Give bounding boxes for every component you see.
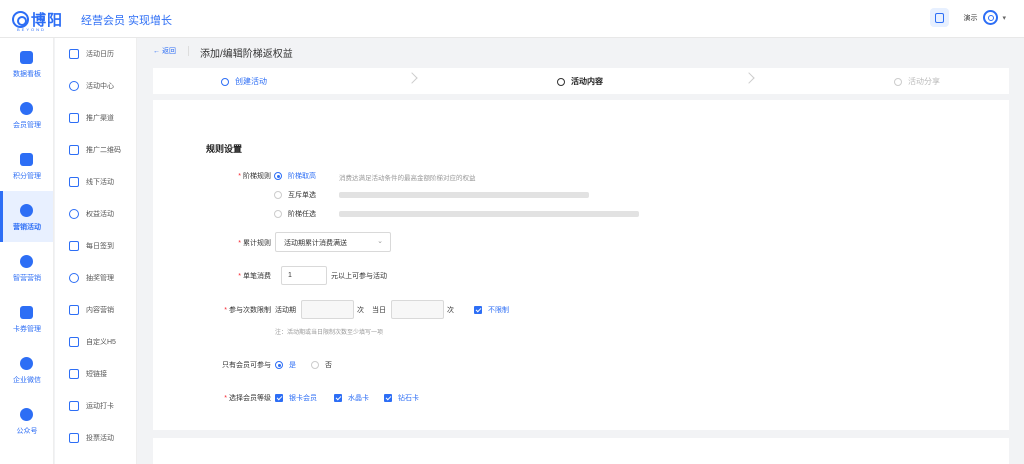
sidebar-item-dashboard[interactable]: 数据看板: [0, 38, 53, 89]
ticket-icon: [20, 306, 33, 319]
h5-icon: [69, 337, 79, 347]
bar-chart-icon: [20, 51, 33, 64]
sidebar-item-official[interactable]: 公众号: [0, 395, 53, 446]
compass-icon: [69, 81, 79, 91]
sidebar-item-smart[interactable]: 智营营销: [0, 242, 53, 293]
subnav-item[interactable]: 活动日历: [55, 38, 136, 70]
page-title: 添加/编辑阶梯返权益: [200, 49, 293, 60]
level-silver-checkbox[interactable]: 银卡会员: [275, 393, 317, 403]
avatar[interactable]: [983, 10, 999, 25]
single-spend-label: * 单笔消费: [238, 273, 271, 280]
coins-icon: [20, 153, 33, 166]
chevron-right-icon: [743, 72, 755, 84]
single-spend-input[interactable]: 1: [281, 266, 327, 285]
radio-any[interactable]: 阶梯任选: [274, 209, 316, 219]
vote-icon: [69, 433, 79, 443]
lottery-icon: [69, 273, 79, 283]
period-limit-input[interactable]: [301, 300, 354, 319]
single-spend-suffix: 元以上可参与活动: [331, 273, 387, 280]
subnav-item[interactable]: 每日签到: [55, 230, 136, 262]
chevron-right-icon: [406, 72, 418, 84]
subnav-item[interactable]: 短链接: [55, 358, 136, 390]
back-link[interactable]: ← 返回: [153, 46, 176, 56]
section-title: 规则设置: [206, 144, 243, 154]
target-icon: [20, 204, 33, 217]
notice-button[interactable]: [930, 8, 950, 27]
checkin-icon: [69, 241, 79, 251]
day-label: 当日: [372, 307, 386, 314]
sidebar-item-coupons[interactable]: 卡券管理: [0, 293, 53, 344]
store-icon: [69, 177, 79, 187]
unlimited-checkbox[interactable]: 不限制: [474, 305, 509, 315]
subnav-item[interactable]: 自定义H5: [55, 326, 136, 358]
main-sidebar: 数据看板 会员管理 积分管理 营销活动 智营营销 卡券管理 企业微信 公众号: [0, 38, 54, 464]
calendar-icon: [69, 49, 79, 59]
step-dot-icon: [894, 77, 902, 86]
sub-sidebar: 活动日历 活动中心 推广渠道 推广二维码 线下活动 权益活动 每日签到 抽奖管理…: [55, 38, 137, 464]
participation-note: 注：活动期或当日限制次数至少填写一项: [275, 330, 384, 336]
step-bar: 创建活动 活动内容 活动分享: [153, 68, 1009, 94]
subnav-item[interactable]: 内容营销: [55, 294, 136, 326]
step-content[interactable]: 活动内容: [557, 76, 603, 87]
blurred-text: [339, 192, 589, 198]
member-level-label: * 选择会员等级: [224, 395, 271, 402]
alarm-icon: [20, 255, 33, 268]
subnav-item[interactable]: 抽奖管理: [55, 262, 136, 294]
step-share[interactable]: 活动分享: [894, 76, 940, 87]
next-card: [153, 438, 1009, 464]
qrcode-icon: [69, 145, 79, 155]
participation-label: * 参与次数限制: [224, 307, 271, 314]
content-icon: [69, 305, 79, 315]
brand-slogan: 经营会员 实现增长: [81, 15, 173, 27]
link-icon: [69, 369, 79, 379]
chevron-down-icon: ⌄: [377, 238, 383, 245]
accum-rule-label: * 累计规则: [238, 240, 271, 247]
subnav-item[interactable]: 推广渠道: [55, 102, 136, 134]
sidebar-item-members[interactable]: 会员管理: [0, 89, 53, 140]
divider: [188, 46, 189, 56]
day-unit: 次: [447, 307, 454, 314]
logo-icon: [12, 11, 29, 28]
subnav-item[interactable]: 运动打卡: [55, 390, 136, 422]
subnav-item[interactable]: 投票活动: [55, 422, 136, 454]
level-diamond-checkbox[interactable]: 钻石卡: [384, 393, 419, 403]
medal-icon: [69, 209, 79, 219]
ladder-max-desc: 消费达满足活动条件的最高金额阶梯对应的权益: [339, 175, 476, 182]
runner-icon: [69, 401, 79, 411]
ladder-rule-label: * 阶梯规则: [238, 173, 271, 180]
user-name[interactable]: 演示: [963, 13, 977, 23]
brand-sub: BEYOND: [17, 27, 46, 32]
form-card: 规则设置 * 阶梯规则 阶梯取高 消费达满足活动条件的最高金额阶梯对应的权益 互斥…: [153, 100, 1009, 430]
sidebar-item-wecom[interactable]: 企业微信: [0, 344, 53, 395]
clipboard-icon: [935, 12, 945, 23]
radio-exclusive[interactable]: 互斥单选: [274, 190, 316, 200]
step-dot-icon: [557, 77, 565, 86]
day-limit-input[interactable]: [391, 300, 444, 319]
chevron-down-icon[interactable]: ▾: [1002, 14, 1006, 22]
sidebar-item-points[interactable]: 积分管理: [0, 140, 53, 191]
chat-icon: [20, 357, 33, 370]
sidebar-item-marketing[interactable]: 营销活动: [0, 191, 53, 242]
subnav-item[interactable]: 权益活动: [55, 198, 136, 230]
level-crystal-checkbox[interactable]: 水晶卡: [334, 393, 369, 403]
wechat-icon: [20, 408, 33, 421]
step-dot-icon: [221, 77, 229, 86]
accum-rule-select[interactable]: 活动期累计消费满送 ⌄: [275, 232, 391, 252]
top-bar: 博阳 BEYOND 经营会员 实现增长 演示 ▾: [0, 0, 1024, 38]
subnav-item[interactable]: 活动中心: [55, 70, 136, 102]
share-icon: [69, 113, 79, 123]
radio-members-yes[interactable]: 是: [275, 360, 296, 370]
subnav-item[interactable]: 推广二维码: [55, 134, 136, 166]
users-icon: [20, 102, 33, 115]
radio-members-no[interactable]: 否: [311, 360, 332, 370]
members-only-label: 只有会员可参与: [222, 362, 271, 369]
subnav-item[interactable]: 线下活动: [55, 166, 136, 198]
step-create[interactable]: 创建活动: [221, 76, 267, 87]
period-label: 活动期: [275, 307, 296, 314]
period-unit: 次: [357, 307, 364, 314]
radio-ladder-max[interactable]: 阶梯取高: [274, 171, 316, 181]
blurred-text: [339, 211, 639, 217]
